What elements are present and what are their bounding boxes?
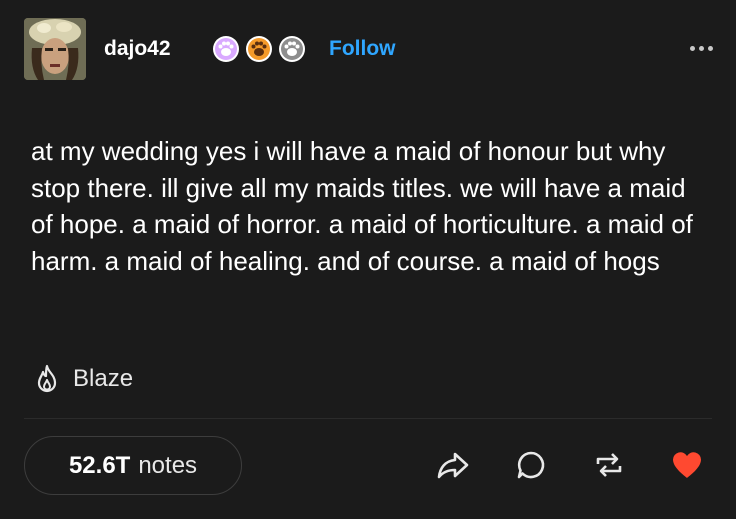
blaze-label: Blaze [73, 365, 134, 392]
reblog-icon[interactable] [592, 448, 626, 482]
badges [212, 35, 306, 65]
paw-badge-gray-icon[interactable] [278, 35, 306, 63]
post-actions [0, 448, 736, 482]
more-dot [689, 45, 695, 51]
more-dot [707, 45, 713, 51]
post-body-text: at my wedding yes i will have a maid of … [31, 136, 693, 276]
flame-icon [37, 364, 57, 393]
more-icon[interactable] [686, 42, 716, 54]
follow-button[interactable]: Follow [329, 37, 396, 61]
heart-icon[interactable] [670, 448, 704, 482]
blaze-button[interactable]: Blaze [31, 362, 133, 396]
divider [24, 418, 712, 419]
paw-badge-pink-icon[interactable] [212, 35, 240, 63]
reply-icon[interactable] [514, 448, 548, 482]
share-icon[interactable] [436, 448, 470, 482]
avatar[interactable] [24, 18, 86, 80]
more-dot [698, 45, 704, 51]
paw-badge-orange-icon[interactable] [245, 35, 273, 63]
blog-name[interactable]: dajo42 [104, 37, 171, 61]
post-header: dajo42 Follow [24, 18, 716, 80]
tumblr-post: dajo42 Follow at my wedding yes i will h… [0, 0, 736, 519]
